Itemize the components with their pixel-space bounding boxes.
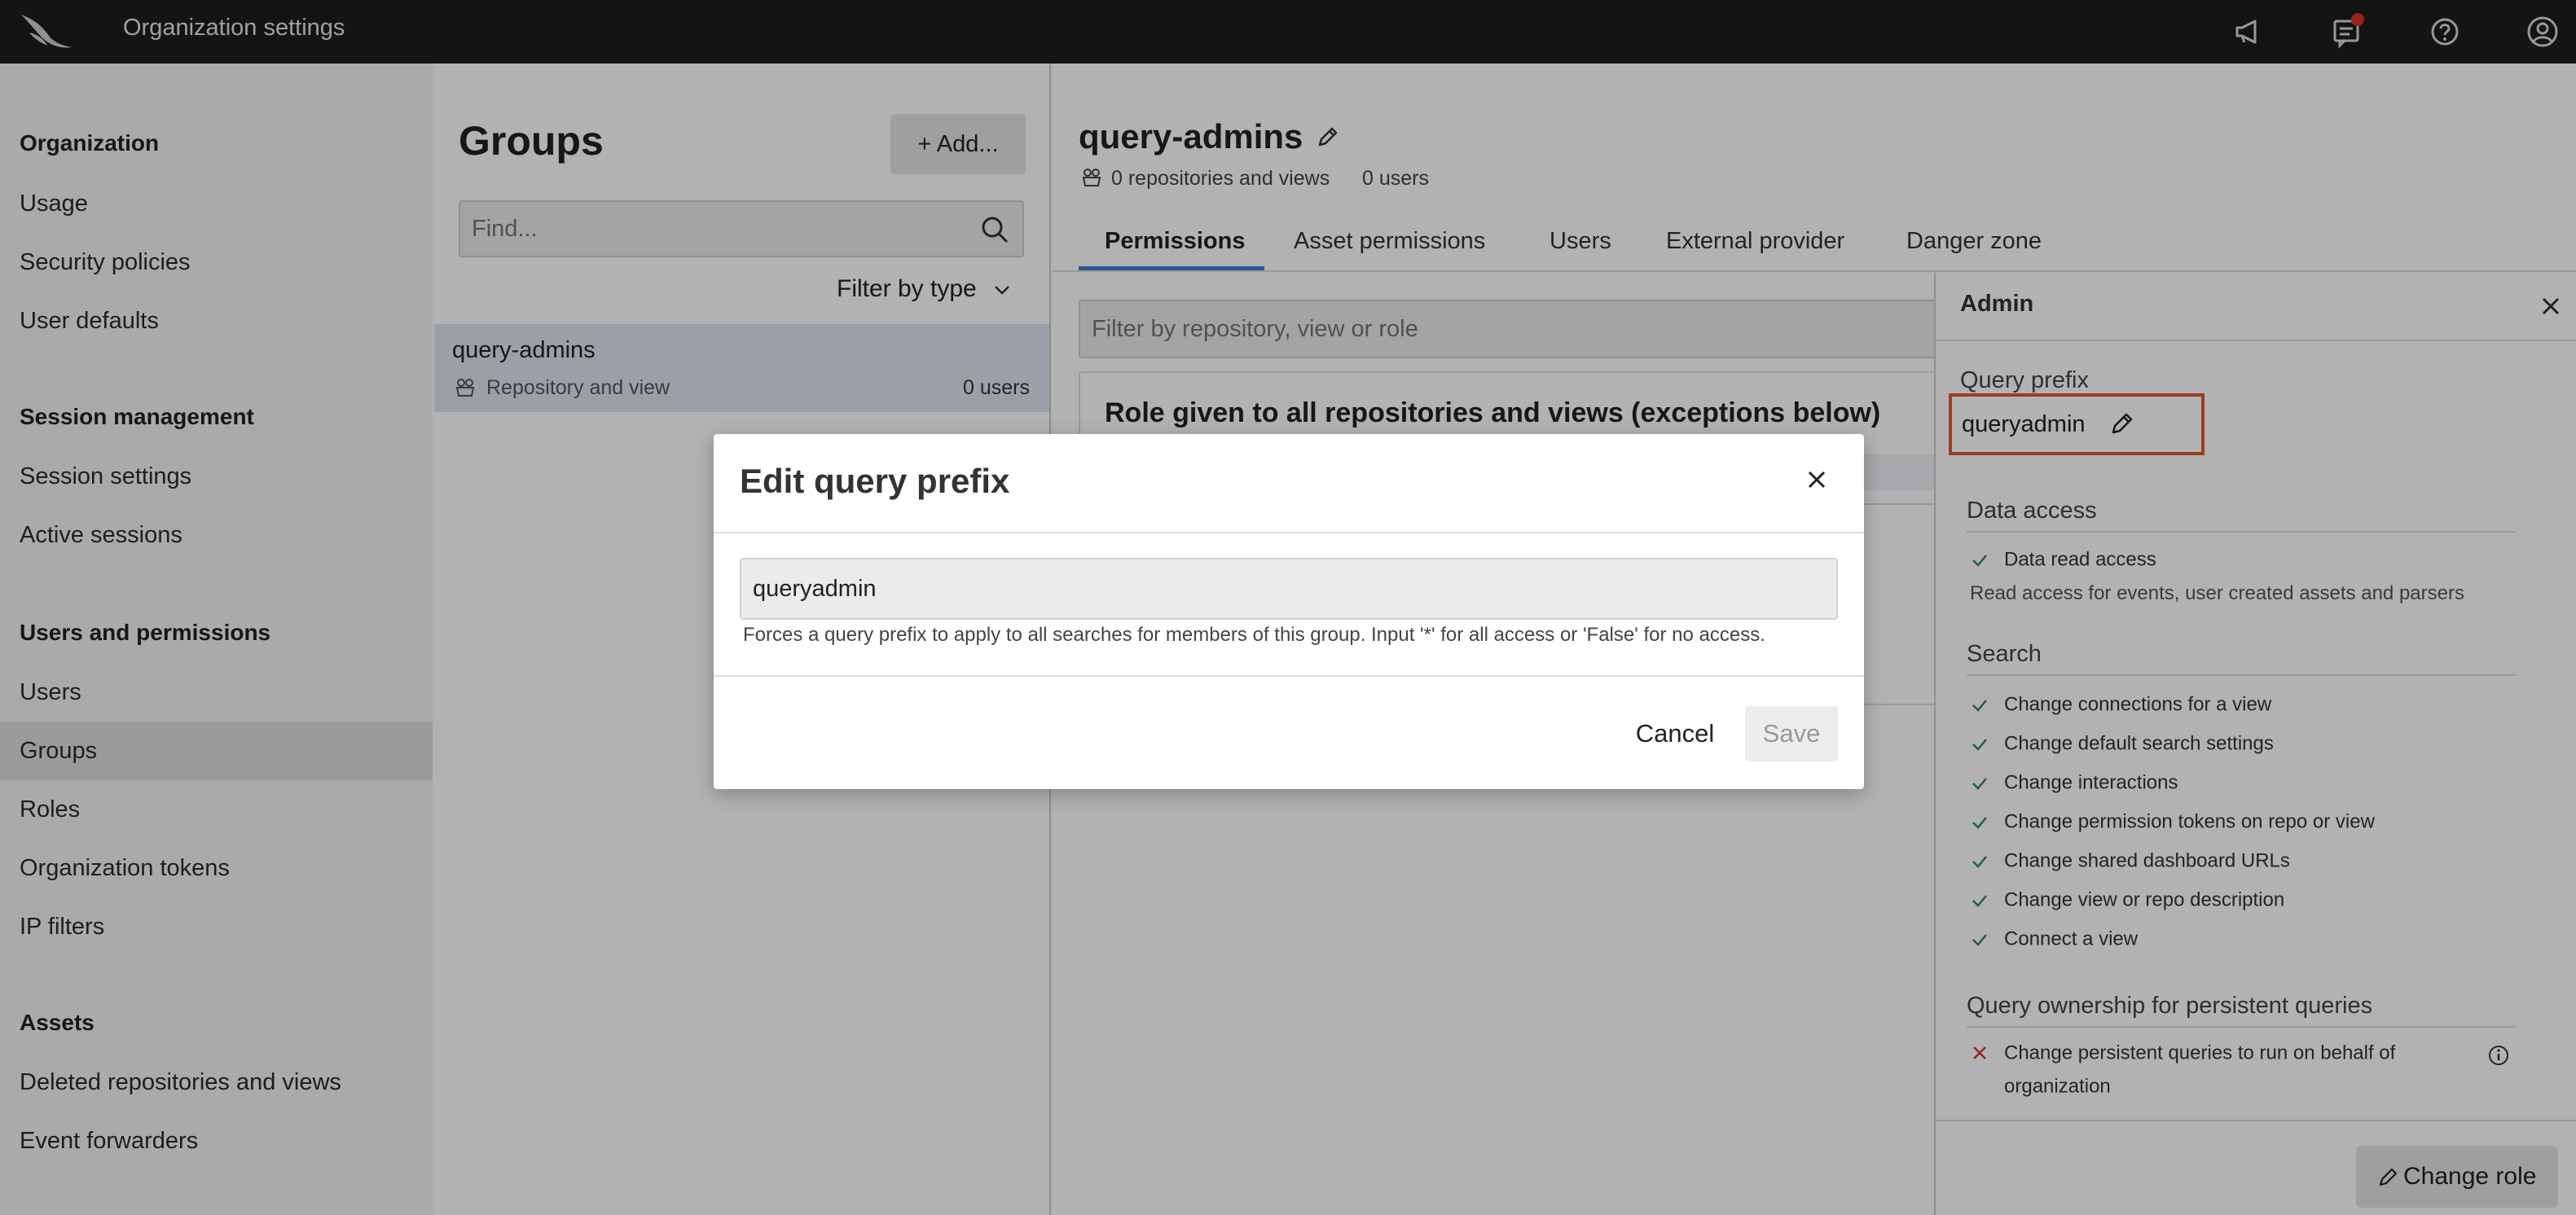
- dialog-title: Edit query prefix: [740, 462, 1010, 500]
- divider: [714, 675, 1864, 677]
- query-prefix-help-text: Forces a query prefix to apply to all se…: [743, 624, 1765, 646]
- save-button[interactable]: Save: [1745, 706, 1838, 761]
- divider: [714, 532, 1864, 533]
- cancel-button[interactable]: Cancel: [1626, 706, 1724, 761]
- query-prefix-field: [740, 558, 1838, 620]
- query-prefix-input[interactable]: [753, 559, 1812, 618]
- close-icon[interactable]: [1802, 465, 1831, 494]
- edit-query-prefix-dialog: Edit query prefix Forces a query prefix …: [714, 434, 1864, 789]
